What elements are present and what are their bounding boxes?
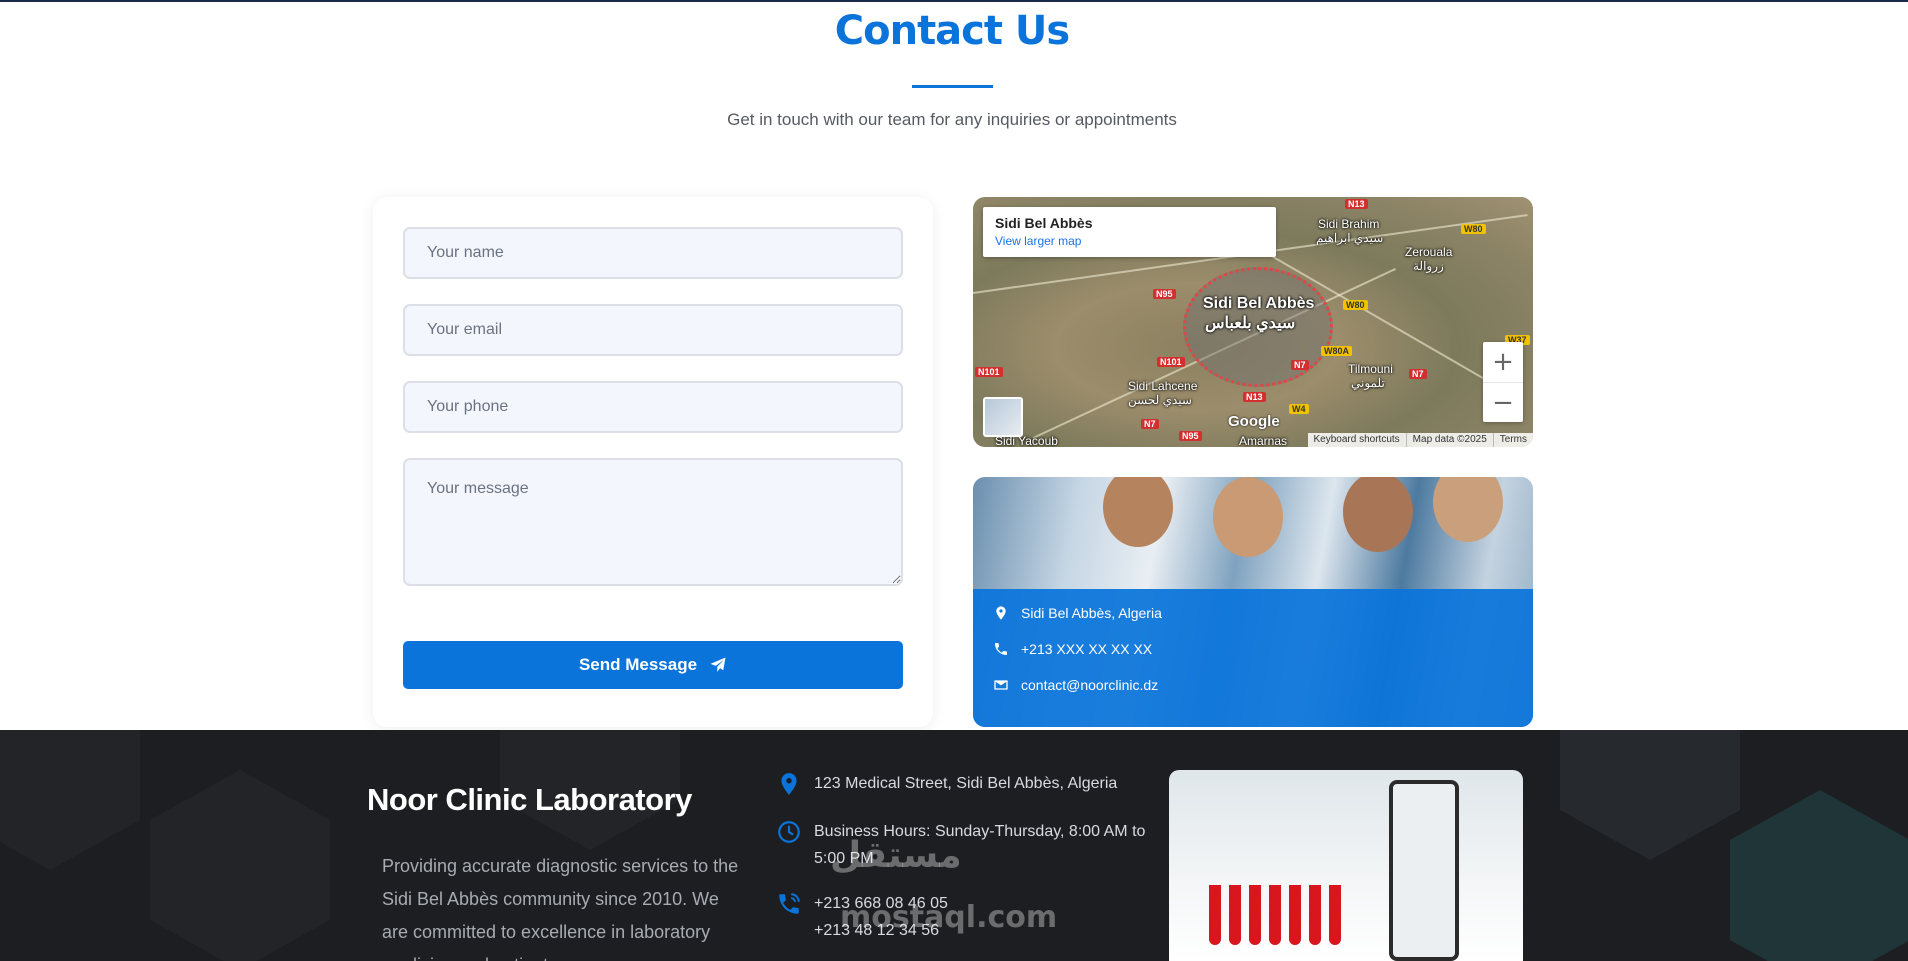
view-larger-map-link[interactable]: View larger map bbox=[995, 234, 1264, 248]
google-logo: Google bbox=[1228, 413, 1280, 430]
map-footer: Keyboard shortcuts Map data ©2025 Terms bbox=[1307, 433, 1533, 447]
watermark-latin: mostaql.com bbox=[840, 900, 1058, 935]
top-border bbox=[0, 0, 1908, 2]
footer-description: Providing accurate diagnostic services t… bbox=[382, 856, 739, 961]
info-address-text: Sidi Bel Abbès, Algeria bbox=[1021, 605, 1162, 621]
map-layer-toggle[interactable] bbox=[983, 397, 1023, 437]
map-label-tilmouni-ar: تلموني bbox=[1351, 376, 1385, 390]
map-label-sidi-brahim-ar: سيدي ابراهيم bbox=[1316, 231, 1384, 245]
footer-address: 123 Medical Street, Sidi Bel Abbès, Alge… bbox=[776, 770, 1117, 797]
message-input[interactable] bbox=[403, 458, 903, 586]
watermark-arabic: مستقل bbox=[830, 835, 962, 876]
road-sign: W80 bbox=[1461, 224, 1486, 234]
road-sign: W80 bbox=[1343, 300, 1368, 310]
embedded-map[interactable]: Sidi Bel Abbès View larger map Sidi Bel … bbox=[973, 197, 1533, 447]
map-zoom-controls: + − bbox=[1483, 342, 1523, 422]
page-title: Contact Us bbox=[834, 8, 1070, 54]
map-info-box: Sidi Bel Abbès View larger map bbox=[983, 207, 1276, 257]
footer-hex-pattern bbox=[1560, 730, 1740, 860]
location-pin-icon bbox=[781, 773, 797, 795]
road-sign: N13 bbox=[1345, 199, 1368, 209]
info-email-text: contact@noorclinic.dz bbox=[1021, 677, 1159, 693]
location-pin-icon bbox=[996, 606, 1006, 620]
map-label-sidi-lahcene: Sidi Lahcene bbox=[1128, 379, 1198, 393]
map-label-tilmouni: Tilmouni bbox=[1348, 362, 1393, 376]
terms-link[interactable]: Terms bbox=[1492, 433, 1533, 447]
footer-hex-pattern bbox=[1730, 790, 1908, 961]
road-sign: N13 bbox=[1243, 392, 1266, 402]
info-phone-text: +213 XXX XX XX XX bbox=[1021, 641, 1153, 657]
name-input[interactable] bbox=[403, 227, 903, 279]
map-city-label-ar: سيدي بلعباس bbox=[1205, 315, 1296, 332]
road-sign: N7 bbox=[1409, 369, 1427, 379]
footer-address-text: 123 Medical Street, Sidi Bel Abbès, Alge… bbox=[814, 775, 1118, 792]
map-label-sidi-lahcene-ar: سيدي لحسن bbox=[1128, 393, 1192, 407]
zoom-in-button[interactable]: + bbox=[1483, 342, 1523, 382]
road-sign: N95 bbox=[1179, 431, 1202, 441]
road-sign: N101 bbox=[975, 367, 1003, 377]
footer-hex-pattern bbox=[0, 730, 140, 870]
microscope-photo bbox=[1169, 770, 1523, 961]
info-phone: +213 XXX XX XX XX bbox=[993, 641, 1152, 657]
info-address: Sidi Bel Abbès, Algeria bbox=[993, 605, 1162, 621]
page-subtitle: Get in touch with our team for any inqui… bbox=[727, 110, 1177, 129]
map-label-amarnas: Amarnas bbox=[1239, 434, 1288, 447]
envelope-icon bbox=[994, 680, 1008, 690]
road-sign: N7 bbox=[1141, 419, 1159, 429]
map-label-sidi-brahim: Sidi Brahim bbox=[1318, 217, 1380, 231]
paper-plane-icon bbox=[710, 657, 726, 672]
send-button-label: Send Message bbox=[578, 655, 698, 674]
send-message-button[interactable]: Send Message bbox=[403, 641, 903, 689]
contact-form: Send Message bbox=[373, 197, 933, 727]
zoom-out-button[interactable]: − bbox=[1483, 382, 1523, 422]
phone-ringing-icon bbox=[779, 893, 800, 914]
contact-info-card: Sidi Bel Abbès, Algeria +213 XXX XX XX X… bbox=[973, 477, 1533, 727]
keyboard-shortcuts-link[interactable]: Keyboard shortcuts bbox=[1308, 433, 1406, 447]
road-sign: N7 bbox=[1291, 360, 1309, 370]
email-input[interactable] bbox=[403, 304, 903, 356]
phone-icon bbox=[995, 643, 1007, 655]
map-label-zerouala-ar: زروالة bbox=[1413, 259, 1444, 273]
map-place-name: Sidi Bel Abbès bbox=[995, 215, 1093, 231]
clock-icon bbox=[778, 821, 800, 843]
title-underline bbox=[912, 85, 993, 88]
footer-title: Noor Clinic Laboratory bbox=[367, 782, 692, 817]
road-sign: W4 bbox=[1289, 404, 1309, 414]
map-data-credit: Map data ©2025 bbox=[1405, 433, 1493, 447]
road-sign: N95 bbox=[1153, 289, 1176, 299]
map-label-zerouala: Zerouala bbox=[1405, 245, 1453, 259]
road-sign: W80A bbox=[1321, 346, 1353, 356]
contact-info-overlay: Sidi Bel Abbès, Algeria +213 XXX XX XX X… bbox=[973, 589, 1533, 727]
road-sign: N101 bbox=[1157, 357, 1185, 367]
info-email: contact@noorclinic.dz bbox=[993, 677, 1158, 693]
phone-input[interactable] bbox=[403, 381, 903, 433]
footer-hex-pattern bbox=[150, 770, 330, 961]
map-city-label: Sidi Bel Abbès bbox=[1203, 295, 1315, 312]
